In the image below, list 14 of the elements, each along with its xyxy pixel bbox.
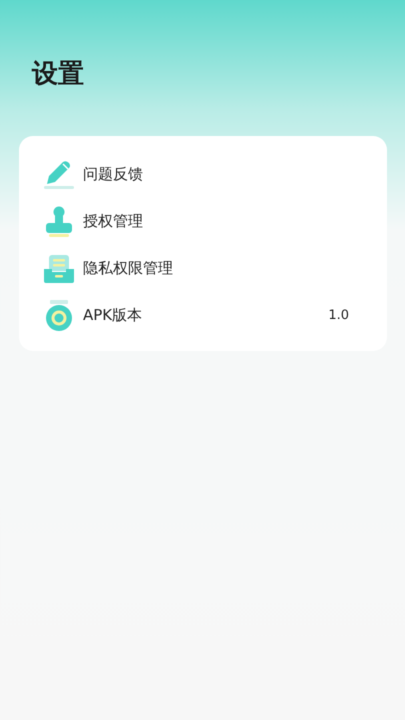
settings-item[interactable]: 隐私权限管理 [19, 245, 387, 292]
item-label: 授权管理 [83, 212, 144, 231]
medal-icon [44, 300, 74, 332]
page-title: 设置 [32, 58, 85, 91]
stamp-icon [44, 206, 74, 238]
item-label: 问题反馈 [83, 165, 144, 184]
item-label: 隐私权限管理 [83, 259, 174, 278]
item-label: APK版本 [83, 306, 144, 325]
pencil-icon [42, 160, 76, 190]
settings-item[interactable]: 授权管理 [19, 198, 387, 245]
settings-item[interactable]: APK版本 1.0 [19, 292, 387, 339]
version-value: 1.0 [328, 308, 349, 323]
tray-icon [43, 254, 75, 284]
settings-item[interactable]: 问题反馈 [19, 151, 387, 198]
